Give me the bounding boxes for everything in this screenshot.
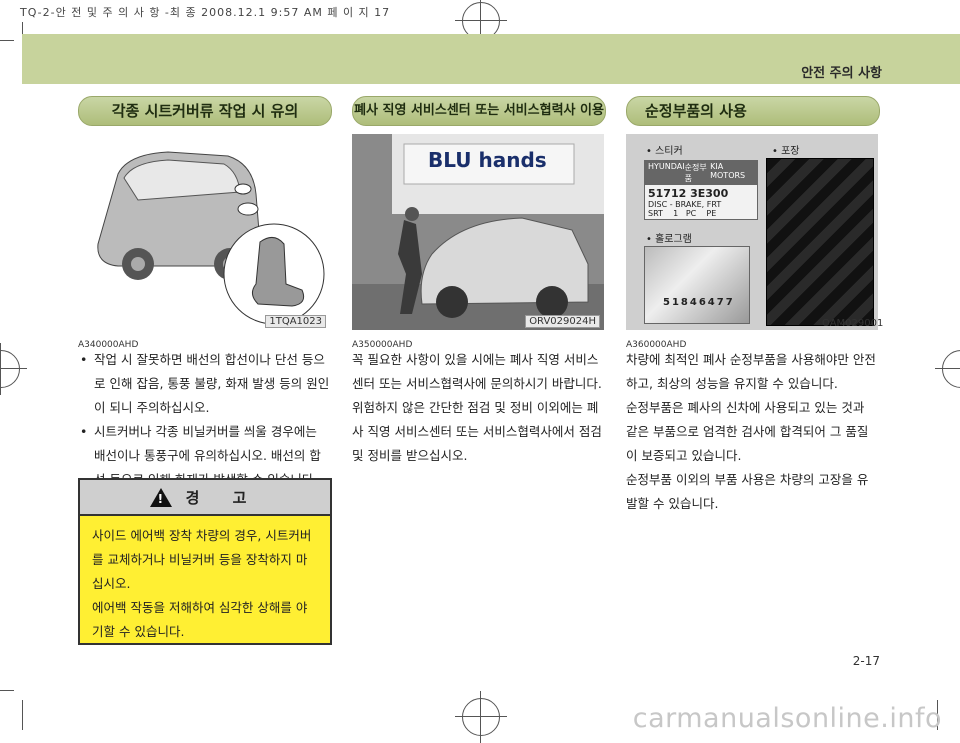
registration-mark [0, 343, 27, 395]
seat-cover-notes: 작업 시 잘못하면 배선의 합선이나 단선 등으로 인해 잡음, 통풍 불량, … [78, 348, 330, 492]
hyundai-logo: HYUNDAI [648, 162, 685, 171]
blu-hands-sign: BLU hands [428, 148, 547, 172]
genuine-parts-notes: 차량에 최적인 폐사 순정부품을 사용해야만 안전하고, 최상의 성능을 유지할… [626, 348, 878, 516]
watermark: carmanualsonline.info [632, 703, 942, 734]
registration-mark [935, 350, 960, 388]
section-title: 안전 주의 사항 [801, 66, 882, 81]
warning-box: ! 경 고 사이드 에어백 장착 차량의 경우, 시트커버를 교체하거나 비닐커… [78, 478, 332, 645]
paragraph: 위험하지 않은 간단한 점검 및 정비 이외에는 폐사 직영 서비스센터 또는 … [352, 400, 602, 463]
sticker-label: • 스티커 [646, 146, 683, 157]
crop-mark [22, 700, 23, 730]
photo-code: 1TQA1023 [265, 315, 326, 328]
package-label: • 포장 [772, 146, 800, 157]
hologram-label: • 홀로그램 [646, 234, 692, 245]
service-center-notes: 꼭 필요한 사항이 있을 시에는 폐사 직영 서비스센터 또는 서비스협력사에 … [352, 348, 604, 468]
warning-title: 경 고 [185, 488, 261, 507]
page-number: 2-17 [852, 654, 880, 668]
sticker-card: HYUNDAI 순정부품 KIA MOTORS 51712 3E300 DISC… [644, 160, 758, 220]
genuine-tag: 순정부품 [684, 163, 707, 183]
print-header: TQ-2-안 전 및 주 의 사 항 -최 종 2008.12.1 9:57 A… [20, 6, 391, 19]
paragraph: 차량에 최적인 폐사 순정부품을 사용해야만 안전하고, 최상의 성능을 유지할… [626, 352, 876, 391]
hologram-sticker: 51846477 [644, 246, 750, 324]
hologram-number: 51846477 [663, 297, 735, 308]
heading-seat-cover: 각종 시트커버류 작업 시 유의 [78, 96, 332, 126]
heading-service-center: 폐사 직영 서비스센터 또는 서비스협력사 이용 [352, 96, 606, 126]
registration-mark [455, 691, 507, 743]
photo-code: OAM029001 [822, 318, 884, 329]
crop-mark [22, 22, 23, 34]
list-item: 작업 시 잘못하면 배선의 합선이나 단선 등으로 인해 잡음, 통풍 불량, … [78, 348, 330, 420]
paragraph: 순정부품 이외의 부품 사용은 차량의 고장을 유발할 수 있습니다. [626, 472, 869, 511]
van-seat-illustration: 1TQA1023 [78, 134, 330, 330]
crop-mark [0, 40, 14, 41]
paragraph: 순정부품은 폐사의 신차에 사용되고 있는 것과 같은 부품으로 엄격한 검사에… [626, 400, 869, 463]
service-center-photo: BLU hands ORV029024H [352, 134, 604, 330]
package-box [766, 158, 874, 326]
warning-header: ! 경 고 [80, 480, 330, 516]
heading-genuine-parts: 순정부품의 사용 [626, 96, 880, 126]
crop-mark [0, 690, 14, 691]
part-number: 51712 3E300 [648, 187, 729, 200]
warning-line: 사이드 에어백 장착 차량의 경우, 시트커버를 교체하거나 비닐커버 등을 장… [92, 528, 312, 591]
genuine-parts-photo: • 스티커 • 포장 HYUNDAI 순정부품 KIA MOTORS 51712… [626, 134, 878, 330]
warning-icon: ! [149, 487, 172, 507]
kia-logo: KIA MOTORS [710, 162, 746, 180]
part-desc: DISC - BRAKE, FRT [648, 200, 722, 209]
paragraph: 꼭 필요한 사항이 있을 시에는 폐사 직영 서비스센터 또는 서비스협력사에 … [352, 352, 602, 391]
warning-line: 에어백 작동을 저해하여 심각한 상해를 야기할 수 있습니다. [92, 600, 308, 639]
part-row: SRT 1 PC PE [648, 209, 717, 218]
warning-body: 사이드 에어백 장착 차량의 경우, 시트커버를 교체하거나 비닐커버 등을 장… [80, 516, 330, 652]
photo-code: ORV029024H [525, 315, 600, 328]
